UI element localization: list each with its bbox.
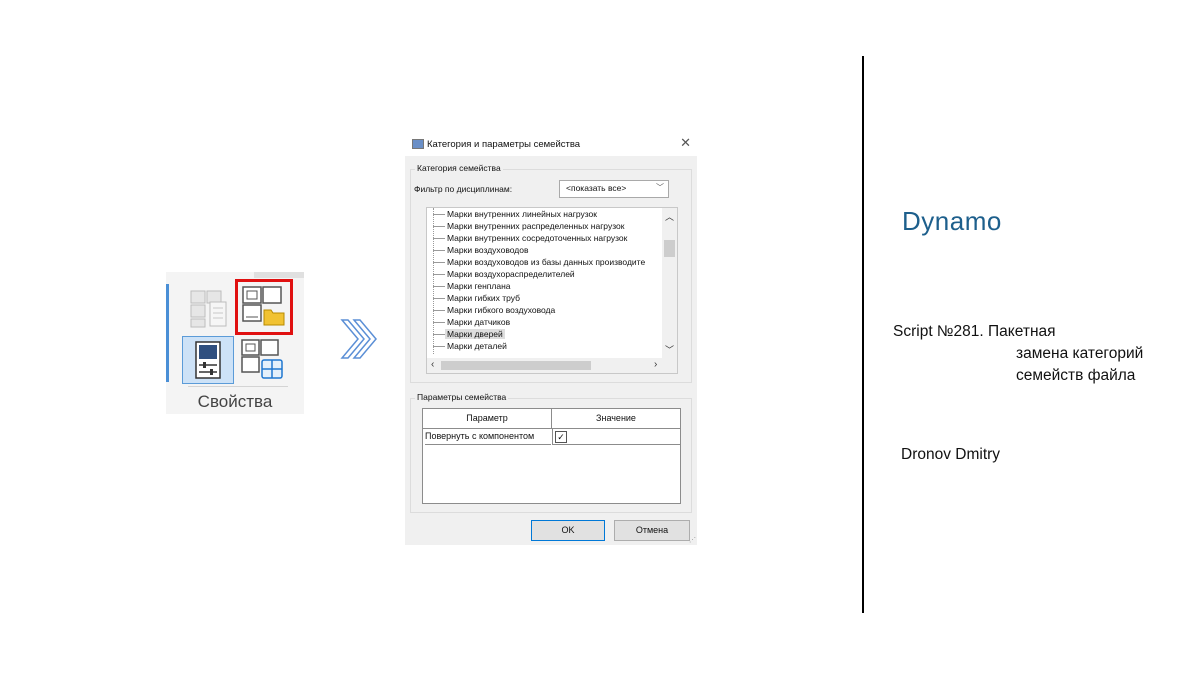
param-row-value-cell [552,429,681,445]
param-row-name: Повернуть с компонентом [425,429,551,445]
category-item[interactable]: Марки внутренних распределенных нагрузок [427,220,662,232]
listbox-horizontal-scrollbar[interactable]: ‹ › [427,358,677,373]
category-item[interactable]: Марки внутренних сосредоточенных нагрузо… [427,232,662,244]
dialog-app-icon [412,139,424,149]
cancel-button[interactable]: Отмена [614,520,690,541]
app-name: Dynamo [902,206,1002,236]
category-item[interactable]: Марки гибкого воздуховода [427,304,662,316]
parameters-grid: Параметр Значение Повернуть с компоненто… [422,408,681,504]
chevron-down-icon[interactable]: ﹀ [665,343,674,356]
category-item[interactable]: Марки воздуховодов [427,244,662,256]
script-title: Script №281. Пакетная замена категорий с… [893,321,1143,384]
family-types-icon[interactable] [238,336,288,382]
category-item[interactable]: Марки деталей [427,340,662,352]
ribbon-top-strip [254,272,304,278]
double-chevron-right-icon [338,318,380,365]
grid-header-value[interactable]: Значение [552,409,680,429]
category-item-selected[interactable]: Марки дверей [427,328,662,340]
ok-button[interactable]: OK [531,520,605,541]
type-properties-icon[interactable] [188,286,232,330]
listbox-vertical-scrollbar[interactable]: ︿ ﹀ [662,208,677,358]
category-item[interactable]: Марки датчиков [427,316,662,328]
ribbon-properties-panel: Свойства [166,272,304,414]
family-category-dialog: Категория и параметры семейства ✕ Катего… [405,131,697,545]
family-category-parameters-icon[interactable] [235,279,293,335]
ribbon-panel-label: Свойства [197,392,273,411]
chevron-up-icon[interactable]: ︿ [665,210,674,223]
chevron-down-icon: ﹀ [656,183,664,192]
vertical-scroll-thumb[interactable] [664,240,675,257]
resize-grip-icon[interactable]: ⋰ [689,536,696,544]
params-group-label: Параметры семейства [415,392,509,402]
properties-icon[interactable] [182,336,234,384]
vertical-divider [862,56,864,613]
rotate-with-component-checkbox[interactable]: ✓ [555,431,567,443]
ribbon-accent-bar [166,284,169,382]
grid-header-parameter[interactable]: Параметр [423,409,552,429]
close-icon[interactable]: ✕ [680,135,691,151]
category-group-label: Категория семейства [415,163,503,173]
ribbon-separator [188,386,288,387]
script-title-line2: замена категорий [1016,345,1144,362]
script-title-line1: Script №281. Пакетная [893,323,1056,340]
category-listbox[interactable]: Марки внутренних линейных нагрузок Марки… [426,207,678,374]
horizontal-scroll-thumb[interactable] [441,361,591,370]
dialog-title: Категория и параметры семейства [427,139,581,150]
discipline-filter-value: <показать все> [566,183,627,193]
category-item[interactable]: Марки воздуховодов из базы данных произв… [427,256,662,268]
dialog-title-bar: Категория и параметры семейства ✕ [405,131,697,156]
discipline-filter-select[interactable]: <показать все> ﹀ [559,180,669,198]
category-item[interactable]: Марки воздухораспределителей [427,268,662,280]
chevron-right-icon[interactable]: › [654,359,657,370]
chevron-left-icon[interactable]: ‹ [431,359,434,370]
filter-label: Фильтр по дисциплинам: [414,184,513,194]
author-name: Dronov Dmitry [901,446,1001,463]
category-item[interactable]: Марки гибких труб [427,292,662,304]
category-item[interactable]: Марки генплана [427,280,662,292]
category-item[interactable]: Марки внутренних линейных нагрузок [427,208,662,220]
script-title-line3: семейств файла [1016,367,1136,384]
